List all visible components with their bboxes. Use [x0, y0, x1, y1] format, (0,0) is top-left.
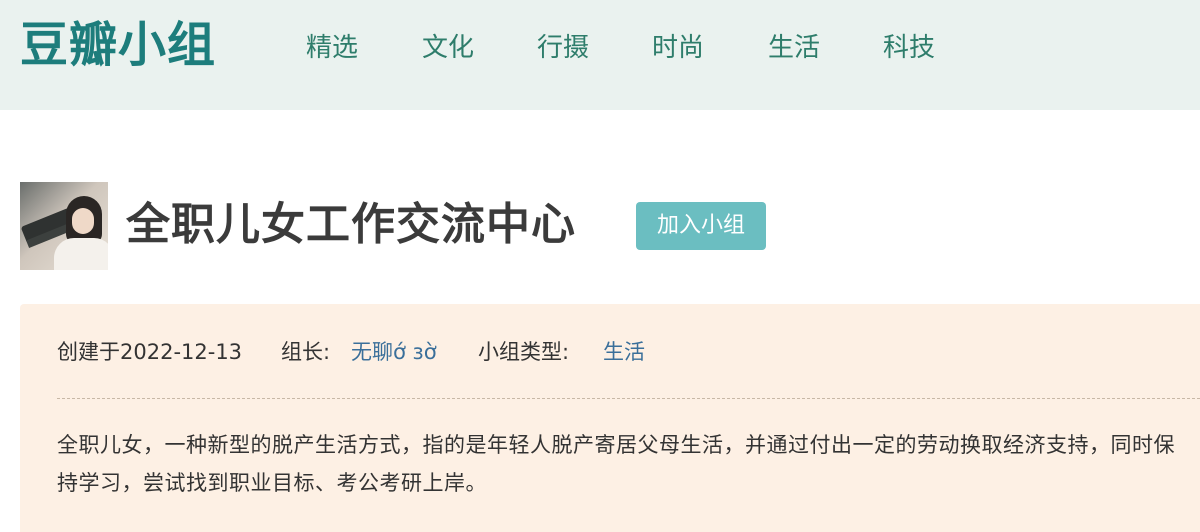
join-group-button[interactable]: 加入小组 — [636, 202, 766, 250]
avatar-shirt-shape — [54, 238, 108, 270]
divider — [57, 398, 1200, 399]
group-title: 全职儿女工作交流中心 — [126, 199, 576, 250]
group-meta: 创建于2022-12-13 组长: 无聊ớ ɜờ 小组类型: 生活 — [57, 332, 1157, 372]
group-header: 全职儿女工作交流中心 加入小组 — [20, 182, 780, 270]
nav-item-fashion[interactable]: 时尚 — [652, 28, 704, 68]
nav-item-culture[interactable]: 文化 — [422, 28, 474, 68]
site-logo[interactable]: 豆瓣小组 — [20, 14, 216, 76]
top-navigation-bar: 豆瓣小组 精选 文化 行摄 时尚 生活 科技 — [0, 0, 1200, 110]
created-date: 创建于2022-12-13 — [57, 340, 243, 364]
avatar-face-shape — [72, 208, 94, 234]
nav-item-tech[interactable]: 科技 — [883, 28, 935, 68]
nav-item-featured[interactable]: 精选 — [306, 28, 358, 68]
group-type-link[interactable]: 生活 — [603, 332, 645, 372]
group-type-label: 小组类型: — [478, 340, 570, 364]
leader-name-link[interactable]: 无聊ớ ɜờ — [351, 332, 437, 372]
group-description: 全职儿女，一种新型的脱产生活方式，指的是年轻人脱产寄居父母生活，并通过付出一定的… — [57, 433, 1175, 495]
nav-item-life[interactable]: 生活 — [768, 28, 820, 68]
group-avatar[interactable] — [20, 182, 108, 270]
nav-item-travel-photo[interactable]: 行摄 — [537, 28, 589, 68]
leader-label: 组长: — [281, 340, 331, 364]
group-info-box: 创建于2022-12-13 组长: 无聊ớ ɜờ 小组类型: 生活 全职儿女，一… — [20, 304, 1200, 532]
